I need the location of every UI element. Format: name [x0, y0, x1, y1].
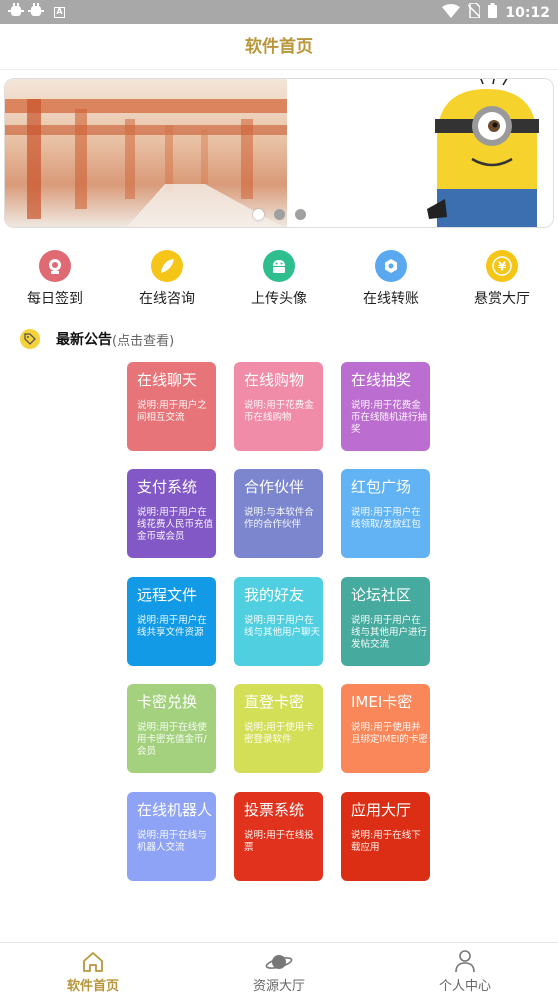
- carousel-indicator[interactable]: [253, 209, 306, 220]
- card-forum-community[interactable]: 论坛社区 说明:用于用户在线与其他用户进行发帖交流: [341, 577, 430, 666]
- card-online-lottery[interactable]: 在线抽奖 说明:用于花费金币在线随机进行抽奖: [341, 362, 430, 451]
- svg-text:¥: ¥: [498, 260, 507, 274]
- card-red-packet-square[interactable]: 红包广场 说明:用于用户在线领取/发放红包: [341, 469, 430, 558]
- battery-icon: [488, 3, 498, 22]
- clock-time: 10:12: [505, 4, 550, 21]
- quick-actions: 每日签到 在线咨询 上传头像 在线转账 ¥ 悬赏大厅: [0, 250, 558, 310]
- planet-icon: [186, 947, 372, 973]
- carousel-dot[interactable]: [253, 209, 264, 220]
- quick-action-signin[interactable]: 每日签到: [5, 250, 105, 308]
- bug-icon: [28, 3, 44, 21]
- notice-subtitle: (点击查看): [112, 333, 175, 349]
- card-my-friends[interactable]: 我的好友 说明:用于用户在线与其他用户聊天: [234, 577, 323, 666]
- a-icon: A: [54, 6, 65, 18]
- transfer-icon: [375, 250, 407, 282]
- banner-carousel[interactable]: [4, 78, 554, 228]
- banner-image-minion: [287, 79, 553, 227]
- leaf-icon: [151, 250, 183, 282]
- android-icon: [263, 250, 295, 282]
- card-app-hall[interactable]: 应用大厅 说明:用于在线下载应用: [341, 792, 430, 881]
- yen-icon: ¥: [486, 250, 518, 282]
- status-bar: A 10:12: [0, 0, 558, 24]
- bug-icon: [8, 3, 24, 21]
- card-online-robot[interactable]: 在线机器人 说明:用于在线与机器人交流: [127, 792, 216, 881]
- card-online-chat[interactable]: 在线聊天 说明:用于用户之间相互交流: [127, 362, 216, 451]
- notice-title: 最新公告: [56, 332, 112, 348]
- tab-home[interactable]: 软件首页: [0, 943, 186, 994]
- card-partners[interactable]: 合作伙伴 说明:与本软件合作的合作伙伴: [234, 469, 323, 558]
- card-imei-key[interactable]: IMEI卡密 说明:用于使用并且绑定IMEI的卡密: [341, 684, 430, 773]
- no-sim-icon: [467, 2, 482, 22]
- banner-image-torii-gates: [5, 79, 287, 227]
- carousel-dot[interactable]: [295, 209, 306, 220]
- quick-action-transfer[interactable]: 在线转账: [341, 250, 441, 308]
- card-voting-system[interactable]: 投票系统 说明:用于在线投票: [234, 792, 323, 881]
- bottom-nav: 软件首页 资源大厅 个人中心: [0, 942, 558, 994]
- signin-icon: [39, 250, 71, 282]
- tab-personal-center[interactable]: 个人中心: [372, 943, 558, 994]
- person-icon: [372, 947, 558, 973]
- home-icon: [0, 947, 186, 973]
- quick-action-bounty-hall[interactable]: ¥ 悬赏大厅: [452, 250, 552, 308]
- card-online-shopping[interactable]: 在线购物 说明:用于花费金币在线购物: [234, 362, 323, 451]
- quick-action-consult[interactable]: 在线咨询: [117, 250, 217, 308]
- tag-icon: [20, 329, 40, 349]
- card-direct-login-key[interactable]: 直登卡密 说明:用于使用卡密登录软件: [234, 684, 323, 773]
- latest-notice[interactable]: 最新公告 (点击查看): [20, 328, 174, 350]
- quick-action-upload-avatar[interactable]: 上传头像: [229, 250, 329, 308]
- card-card-key-redeem[interactable]: 卡密兑换 说明:用于在线使用卡密充值金币/会员: [127, 684, 216, 773]
- wifi-icon: [442, 3, 461, 22]
- carousel-dot[interactable]: [274, 209, 285, 220]
- card-payment-system[interactable]: 支付系统 说明:用于用户在线花费人民币充值金币或会员: [127, 469, 216, 558]
- tab-resource-hall[interactable]: 资源大厅: [186, 943, 372, 994]
- page-title: 软件首页: [0, 24, 558, 70]
- card-remote-files[interactable]: 远程文件 说明:用于用户在线共享文件资源: [127, 577, 216, 666]
